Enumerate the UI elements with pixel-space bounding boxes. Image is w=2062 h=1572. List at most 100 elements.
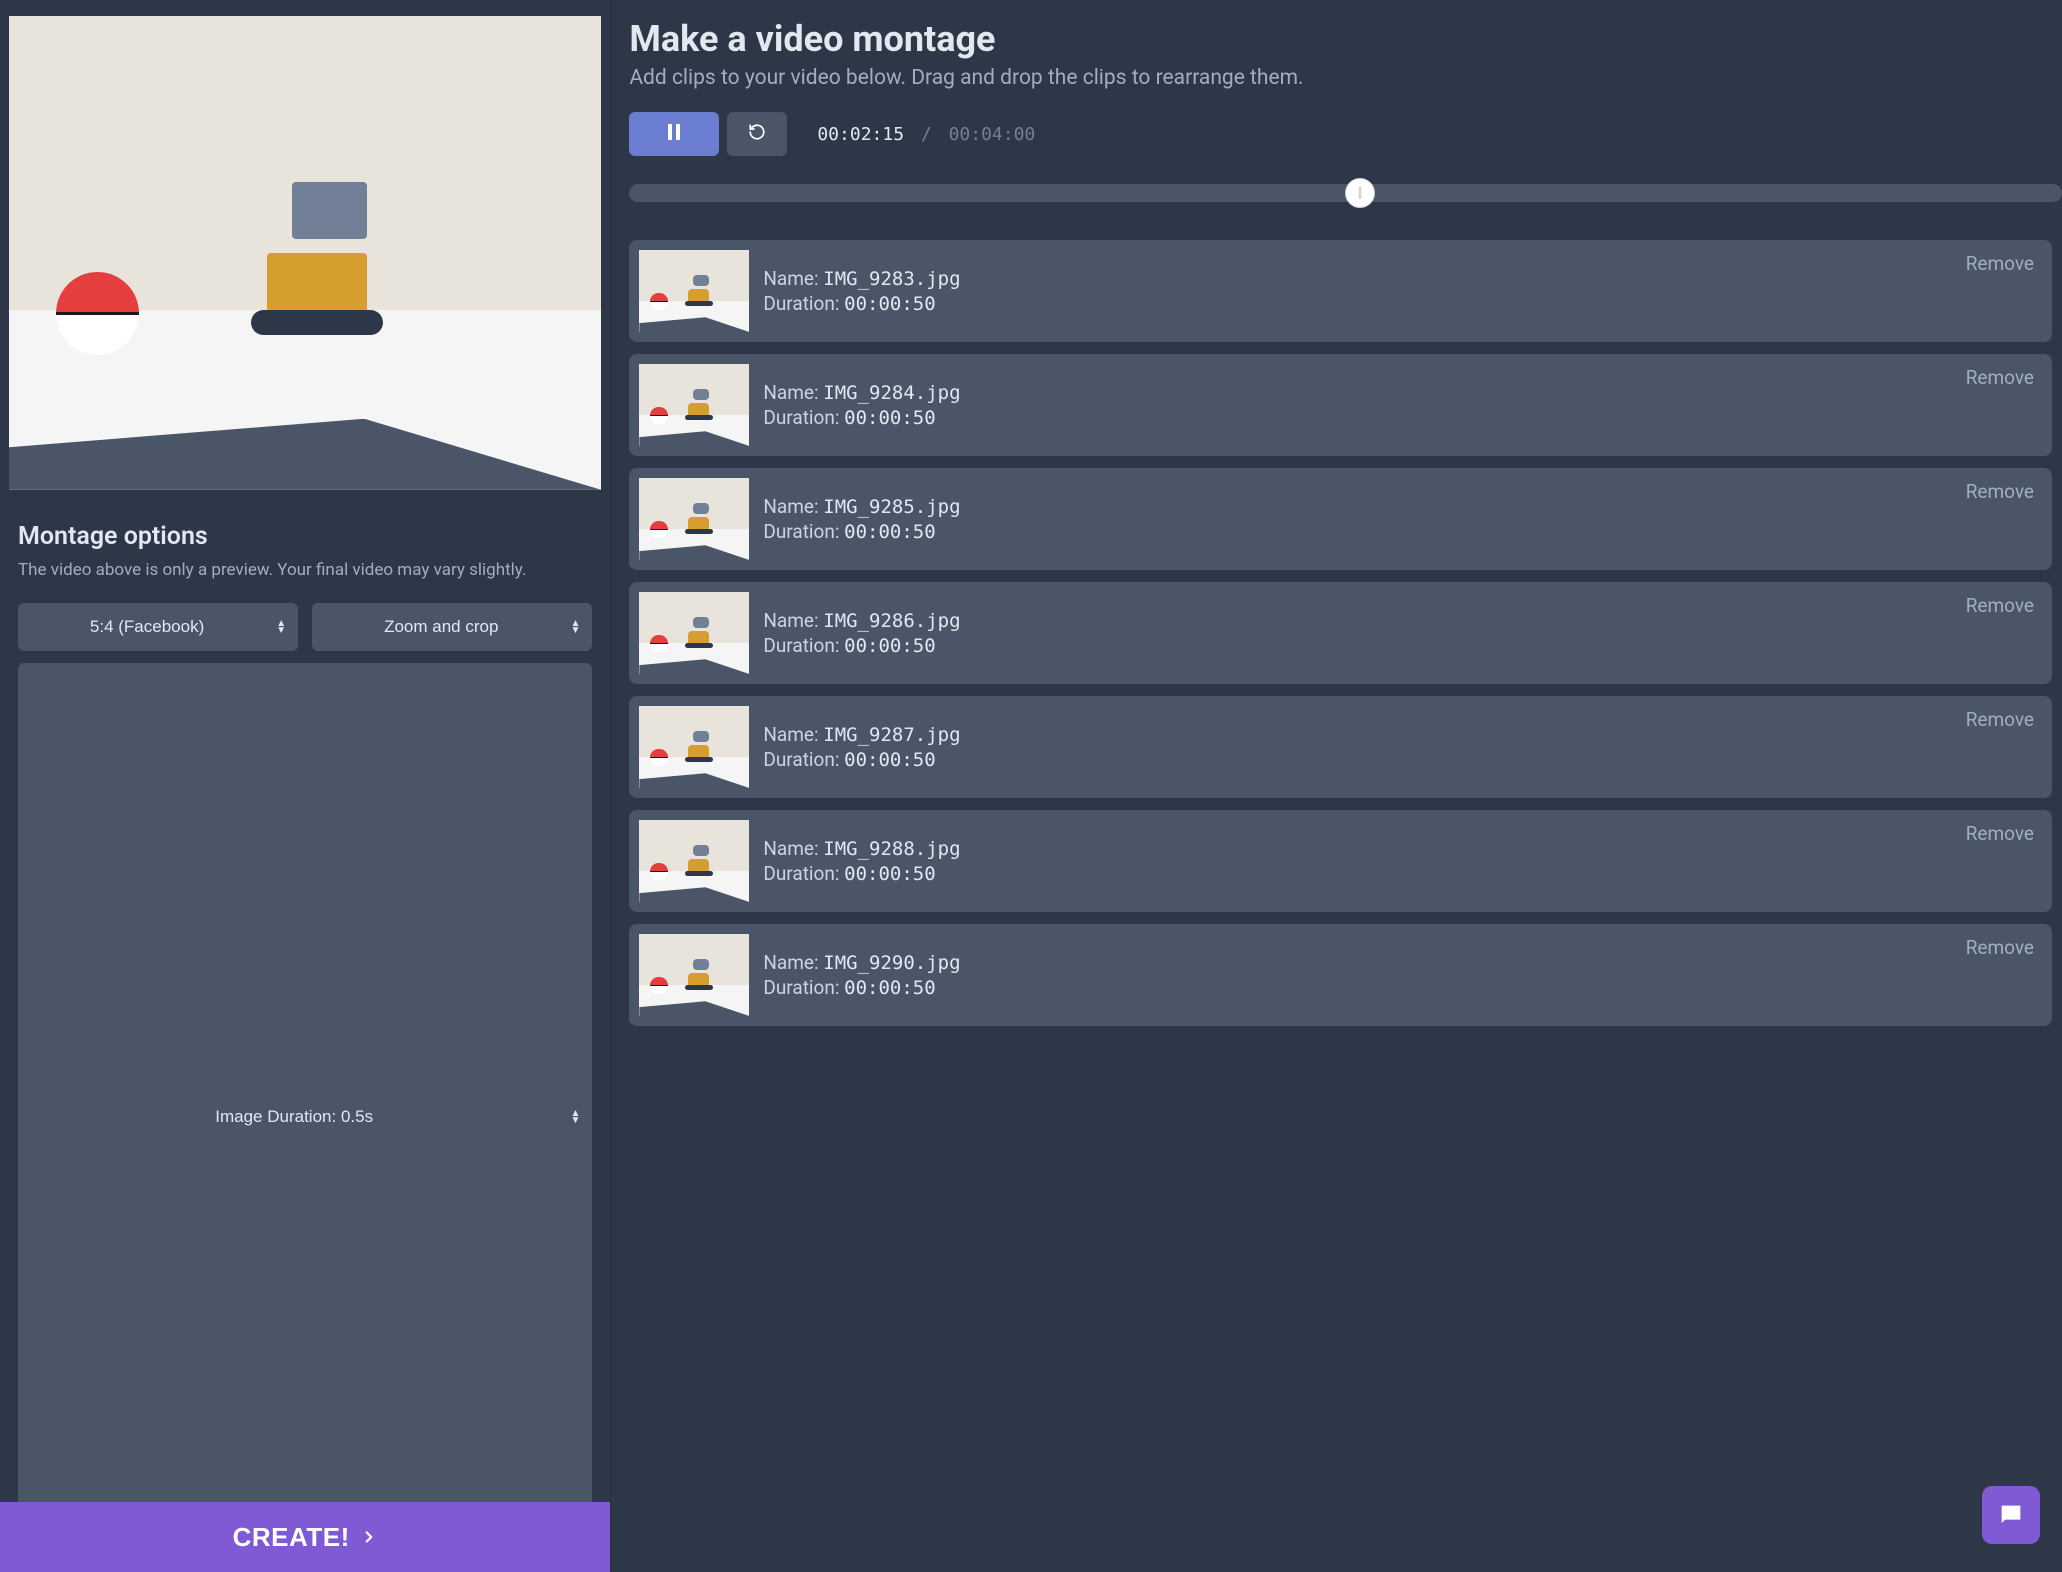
pokeball-icon: [650, 749, 668, 767]
clip-duration-value: 00:00:50: [844, 407, 936, 429]
time-current: 00:02:15: [817, 124, 904, 145]
robot-icon: [681, 389, 716, 419]
clip-item[interactable]: Name: IMG_9285.jpgDuration: 00:00:50 Remo…: [629, 468, 2052, 570]
video-preview[interactable]: [9, 16, 601, 490]
aspect-ratio-select[interactable]: 5:4 (Facebook): [18, 603, 298, 651]
pause-button[interactable]: [629, 112, 719, 156]
sidebar: Montage options The video above is only …: [0, 0, 610, 1572]
clip-name-label: Name:: [763, 951, 823, 974]
chat-icon: [1997, 1501, 2025, 1529]
restart-icon: [748, 123, 766, 146]
preview-scene: [9, 16, 601, 490]
robot-icon: [681, 503, 716, 533]
clip-name-label: Name:: [763, 381, 823, 404]
pokeball-icon: [650, 293, 668, 311]
clip-thumbnail: [639, 478, 749, 560]
clip-name-value: IMG_9288.jpg: [823, 838, 960, 860]
image-duration-select[interactable]: Image Duration: 0.5s: [18, 663, 592, 1572]
clip-name-value: IMG_9285.jpg: [823, 496, 960, 518]
clip-thumbnail: [639, 250, 749, 332]
clip-item[interactable]: Name: IMG_9283.jpgDuration: 00:00:50 Remo…: [629, 240, 2052, 342]
clip-duration-value: 00:00:50: [844, 293, 936, 315]
clip-meta: Name: IMG_9290.jpgDuration: 00:00:50: [763, 951, 1951, 999]
scrub-track[interactable]: ║: [629, 184, 2062, 202]
clip-duration-value: 00:00:50: [844, 635, 936, 657]
clip-duration-label: Duration:: [763, 976, 844, 999]
clip-meta: Name: IMG_9285.jpgDuration: 00:00:50: [763, 495, 1951, 543]
create-button-label: CREATE!: [233, 1522, 350, 1553]
remove-clip-button[interactable]: Remove: [1966, 594, 2034, 617]
clip-duration-label: Duration:: [763, 748, 844, 771]
clip-duration-value: 00:00:50: [844, 749, 936, 771]
clip-name-value: IMG_9290.jpg: [823, 952, 960, 974]
clip-thumbnail: [639, 934, 749, 1016]
clip-name-value: IMG_9286.jpg: [823, 610, 960, 632]
clip-name-label: Name:: [763, 723, 823, 746]
robot-icon: [681, 845, 716, 875]
clip-item[interactable]: Name: IMG_9286.jpgDuration: 00:00:50 Remo…: [629, 582, 2052, 684]
remove-clip-button[interactable]: Remove: [1966, 822, 2034, 845]
clip-name-label: Name:: [763, 837, 823, 860]
robot-icon: [681, 731, 716, 761]
pokeball-icon: [650, 635, 668, 653]
chevron-right-icon: [360, 1528, 378, 1546]
clip-duration-label: Duration:: [763, 520, 844, 543]
chat-button[interactable]: [1982, 1486, 2040, 1544]
clip-meta: Name: IMG_9288.jpgDuration: 00:00:50: [763, 837, 1951, 885]
options-description: The video above is only a preview. Your …: [18, 559, 592, 583]
clip-thumbnail: [639, 820, 749, 902]
clip-meta: Name: IMG_9284.jpgDuration: 00:00:50: [763, 381, 1951, 429]
pokeball-icon: [650, 977, 668, 995]
clip-meta: Name: IMG_9286.jpgDuration: 00:00:50: [763, 609, 1951, 657]
fit-mode-select[interactable]: Zoom and crop: [312, 603, 592, 651]
clip-name-label: Name:: [763, 495, 823, 518]
clip-item[interactable]: Name: IMG_9287.jpgDuration: 00:00:50 Remo…: [629, 696, 2052, 798]
pokeball-icon: [650, 521, 668, 539]
clip-duration-value: 00:00:50: [844, 977, 936, 999]
time-separator: /: [921, 124, 932, 145]
clip-duration-label: Duration:: [763, 406, 844, 429]
clip-item[interactable]: Name: IMG_9284.jpgDuration: 00:00:50 Remo…: [629, 354, 2052, 456]
clip-thumbnail: [639, 364, 749, 446]
clip-duration-label: Duration:: [763, 862, 844, 885]
time-display: 00:02:15 / 00:04:00: [817, 124, 1035, 145]
pokeball-icon: [650, 407, 668, 425]
create-button[interactable]: CREATE!: [0, 1502, 610, 1572]
robot-icon: [681, 275, 716, 305]
clip-thumbnail: [639, 592, 749, 674]
remove-clip-button[interactable]: Remove: [1966, 252, 2034, 275]
page-description: Add clips to your video below. Drag and …: [629, 66, 2062, 90]
clip-meta: Name: IMG_9283.jpgDuration: 00:00:50: [763, 267, 1951, 315]
clip-thumbnail: [639, 706, 749, 788]
clip-name-label: Name:: [763, 609, 823, 632]
pokeball-icon: [650, 863, 668, 881]
scrub-thumb[interactable]: ║: [1345, 178, 1375, 208]
time-total: 00:04:00: [949, 124, 1036, 145]
restart-button[interactable]: [727, 112, 787, 156]
clip-name-label: Name:: [763, 267, 823, 290]
robot-icon: [681, 617, 716, 647]
remove-clip-button[interactable]: Remove: [1966, 366, 2034, 389]
clip-item[interactable]: Name: IMG_9290.jpgDuration: 00:00:50 Remo…: [629, 924, 2052, 1026]
page-title: Make a video montage: [629, 18, 2062, 60]
pause-icon: [667, 124, 681, 145]
clip-meta: Name: IMG_9287.jpgDuration: 00:00:50: [763, 723, 1951, 771]
clip-name-value: IMG_9287.jpg: [823, 724, 960, 746]
remove-clip-button[interactable]: Remove: [1966, 708, 2034, 731]
clip-duration-value: 00:00:50: [844, 521, 936, 543]
options-heading: Montage options: [18, 522, 592, 551]
playback-controls: 00:02:15 / 00:04:00: [629, 112, 2062, 156]
clip-duration-label: Duration:: [763, 634, 844, 657]
clip-duration-label: Duration:: [763, 292, 844, 315]
robot-icon: [234, 182, 400, 324]
clip-duration-value: 00:00:50: [844, 863, 936, 885]
remove-clip-button[interactable]: Remove: [1966, 480, 2034, 503]
clip-item[interactable]: Name: IMG_9288.jpgDuration: 00:00:50 Remo…: [629, 810, 2052, 912]
clip-name-value: IMG_9283.jpg: [823, 268, 960, 290]
robot-icon: [681, 959, 716, 989]
main-panel: Make a video montage Add clips to your v…: [610, 0, 2062, 1572]
clips-list: Name: IMG_9283.jpgDuration: 00:00:50Remo…: [629, 240, 2062, 1036]
pokeball-icon: [56, 272, 139, 355]
remove-clip-button[interactable]: Remove: [1966, 936, 2034, 959]
clip-name-value: IMG_9284.jpg: [823, 382, 960, 404]
